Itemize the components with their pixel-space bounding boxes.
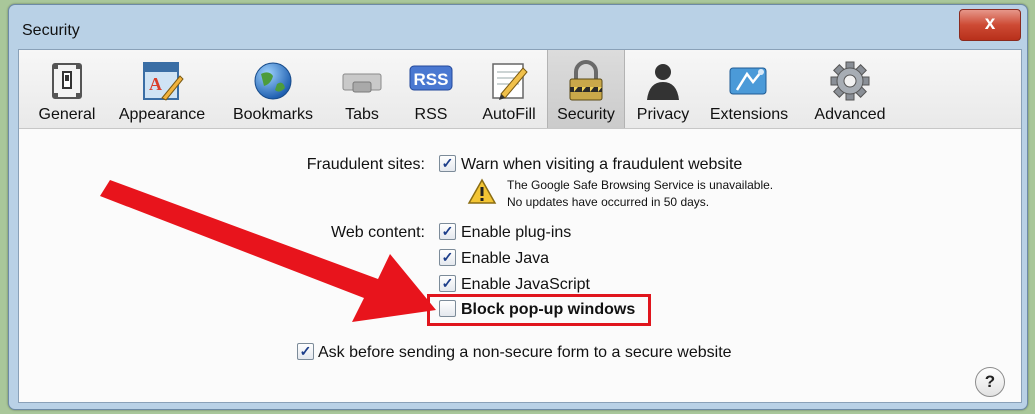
tab-label: Privacy [636, 106, 690, 123]
advanced-gear-icon [830, 61, 870, 101]
tab-advanced[interactable]: Advanced [805, 50, 895, 128]
rss-icon: RSS [409, 65, 453, 91]
title-bar[interactable]: Security x [9, 5, 1027, 45]
help-button[interactable]: ? [975, 367, 1005, 397]
warn-fraudulent-checkbox[interactable]: ✓ [439, 155, 456, 172]
tab-label: Security [557, 106, 615, 123]
tab-autofill[interactable]: AutoFill [472, 50, 546, 128]
tab-rss[interactable]: RSS RSS [401, 50, 461, 128]
warning-icon [467, 178, 497, 204]
appearance-icon: A [143, 62, 184, 101]
preferences-window: Security x General A Appearance Bookmark… [8, 4, 1028, 410]
tab-tabs[interactable]: Tabs [332, 50, 392, 128]
tab-label: AutoFill [482, 106, 536, 123]
block-popups-checkbox[interactable] [439, 300, 456, 317]
svg-text:A: A [149, 74, 162, 94]
tab-label: General [38, 106, 96, 123]
privacy-person-icon [647, 64, 679, 100]
tab-label: Extensions [709, 106, 789, 123]
tab-label: Advanced [814, 106, 886, 123]
autofill-pencil-icon [492, 63, 528, 100]
enable-plugins-checkbox[interactable]: ✓ [439, 223, 456, 240]
tabs-icon [342, 73, 382, 93]
tab-bookmarks[interactable]: Bookmarks [223, 50, 323, 128]
fraudulent-sites-label: Fraudulent sites: [306, 156, 425, 173]
enable-javascript-checkbox[interactable]: ✓ [439, 275, 456, 292]
block-popups-label: Block pop-up windows [461, 301, 636, 318]
extensions-icon [729, 67, 767, 95]
tab-general[interactable]: General [27, 50, 107, 128]
web-content-label: Web content: [331, 224, 425, 241]
tab-label: Tabs [345, 106, 379, 123]
updates-warning: No updates have occurred in 50 days. [507, 195, 710, 209]
bookmarks-globe-icon [254, 62, 292, 100]
enable-javascript-label: Enable JavaScript [461, 276, 590, 293]
enable-java-label: Enable Java [461, 250, 550, 267]
security-settings: Fraudulent sites: ✓ Warn when visiting a… [19, 129, 1021, 402]
tab-label: RSS [414, 106, 448, 123]
preferences-toolbar: General A Appearance Bookmarks Tabs RSS … [19, 50, 1021, 129]
window-title: Security [22, 22, 80, 39]
close-button[interactable]: x [959, 9, 1021, 41]
enable-java-checkbox[interactable]: ✓ [439, 249, 456, 266]
lock-icon [569, 60, 603, 101]
nonsecure-form-label: Ask before sending a non-secure form to … [318, 344, 732, 361]
tab-privacy[interactable]: Privacy [627, 50, 699, 128]
safe-browsing-warning: The Google Safe Browsing Service is unav… [507, 178, 774, 192]
warn-fraudulent-label: Warn when visiting a fraudulent website [461, 156, 743, 173]
tab-appearance[interactable]: A Appearance [111, 50, 213, 128]
tab-extensions[interactable]: Extensions [703, 50, 795, 128]
rss-badge-text: RSS [414, 70, 449, 89]
tab-label: Bookmarks [232, 106, 314, 123]
nonsecure-form-checkbox[interactable]: ✓ [297, 343, 314, 360]
tab-security[interactable]: Security [547, 50, 625, 128]
tab-label: Appearance [118, 106, 206, 123]
preferences-panel: General A Appearance Bookmarks Tabs RSS … [18, 49, 1022, 403]
enable-plugins-label: Enable plug-ins [461, 224, 572, 241]
general-switch-icon [52, 63, 82, 99]
